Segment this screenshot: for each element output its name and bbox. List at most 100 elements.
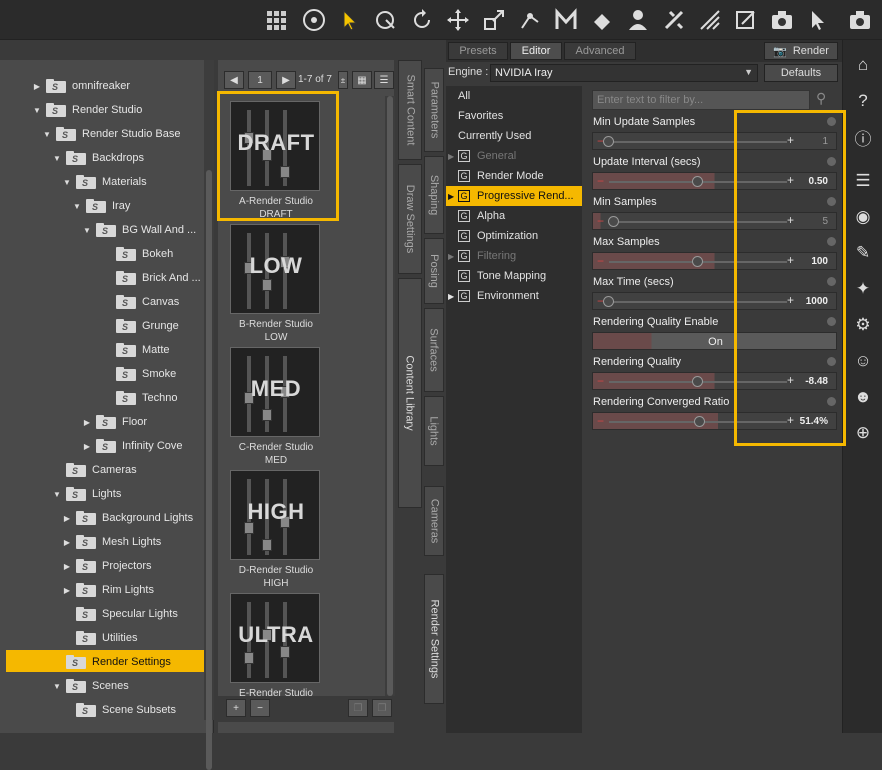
properties-icon[interactable]: ⚙	[849, 312, 877, 338]
decrement-button[interactable]: −	[597, 374, 604, 388]
tree-item-scene-subsets[interactable]: S Scene Subsets	[62, 700, 176, 720]
category-all[interactable]: All	[446, 86, 582, 106]
tree-scrollbar-thumb[interactable]	[206, 170, 212, 770]
content-scrollbar[interactable]	[385, 96, 395, 696]
tree-item-utilities[interactable]: S Utilities	[62, 628, 137, 648]
page-number-field[interactable]: 1	[248, 71, 272, 89]
vtab-posing[interactable]: Posing	[424, 238, 444, 304]
expanded-arrow-icon[interactable]: ▼	[72, 202, 82, 211]
vtab-surfaces[interactable]: Surfaces	[424, 308, 444, 392]
tree-item-iray[interactable]: ▼ S Iray	[72, 196, 130, 216]
content-scrollbar-thumb[interactable]	[387, 96, 393, 696]
render-button[interactable]: 📷 Render	[764, 42, 838, 60]
tree-item-lights[interactable]: ▼ S Lights	[52, 484, 121, 504]
collapsed-arrow-icon[interactable]: ▶	[82, 418, 92, 427]
tree-item-backdrops[interactable]: ▼ S Backdrops	[52, 148, 144, 168]
tree-item-canvas[interactable]: S Canvas	[102, 292, 179, 312]
expanded-arrow-icon[interactable]: ▼	[52, 490, 62, 499]
tree-item-cameras[interactable]: S Cameras	[52, 460, 137, 480]
home-icon[interactable]: ⌂	[849, 52, 877, 78]
decrement-button[interactable]: −	[597, 414, 604, 428]
universal-move-icon[interactable]	[300, 6, 328, 34]
collapsed-arrow-icon[interactable]: ▶	[62, 586, 72, 595]
category-tone-mapping[interactable]: G Tone Mapping	[446, 266, 582, 286]
geometry-editor-icon[interactable]	[552, 6, 580, 34]
search-icon[interactable]: ⚲	[816, 90, 826, 107]
tree-item-omnifreaker[interactable]: ▶ Somnifreaker	[32, 76, 130, 96]
slider-knob[interactable]	[692, 256, 703, 267]
collapsed-arrow-icon[interactable]: ▶	[32, 82, 42, 91]
expand-arrow-icon[interactable]: ▶	[448, 152, 458, 161]
tree-item-scenes[interactable]: ▼ S Scenes	[52, 676, 129, 696]
vtab-smart-content[interactable]: Smart Content	[398, 60, 422, 160]
pose-tool-icon[interactable]: ✎	[849, 240, 877, 266]
tree-item-floor[interactable]: ▶ S Floor	[82, 412, 147, 432]
tree-item-specular-lights[interactable]: S Specular Lights	[62, 604, 178, 624]
lights-icon[interactable]: ✦	[849, 276, 877, 302]
tree-item-rim-lights[interactable]: ▶ S Rim Lights	[62, 580, 154, 600]
scene-list-icon[interactable]: ☰	[849, 168, 877, 194]
add-button[interactable]: +	[226, 699, 246, 717]
tree-item-bg-wall-and[interactable]: ▼ S BG Wall And ...	[82, 220, 196, 240]
camera-icon[interactable]	[768, 6, 796, 34]
render-icon[interactable]	[732, 6, 760, 34]
expand-arrow-icon[interactable]: ▶	[448, 192, 458, 201]
expand-arrow-icon[interactable]: ▶	[448, 252, 458, 261]
node-selection-icon[interactable]	[336, 6, 364, 34]
grid-icon[interactable]	[262, 6, 290, 34]
tree-item-projectors[interactable]: ▶ S Projectors	[62, 556, 152, 576]
expanded-arrow-icon[interactable]: ▼	[62, 178, 72, 187]
defaults-button[interactable]: Defaults	[764, 64, 838, 82]
hair-icon[interactable]: ☻	[849, 384, 877, 410]
translate-icon[interactable]	[444, 6, 472, 34]
category-general[interactable]: ▶ G General	[446, 146, 582, 166]
list-view-button[interactable]: ☰	[374, 71, 394, 89]
timeline-icon[interactable]: ◉	[849, 204, 877, 230]
expanded-arrow-icon[interactable]: ▼	[32, 106, 42, 115]
category-optimization[interactable]: G Optimization	[446, 226, 582, 246]
vtab-parameters[interactable]: Parameters	[424, 68, 444, 152]
category-environment[interactable]: ▶ G Environment	[446, 286, 582, 306]
tree-item-matte[interactable]: S Matte	[102, 340, 170, 360]
tree-item-materials[interactable]: ▼ S Materials	[62, 172, 147, 192]
globe-icon[interactable]: ⊕	[849, 420, 877, 446]
slider-knob[interactable]	[694, 416, 706, 427]
vtab-shaping[interactable]: Shaping	[424, 156, 444, 234]
tree-item-render-settings[interactable]: S Render Settings	[52, 652, 171, 672]
category-filtering[interactable]: ▶ G Filtering	[446, 246, 582, 266]
tree-item-background-lights[interactable]: ▶ S Background Lights	[62, 508, 193, 528]
expanded-arrow-icon[interactable]: ▼	[52, 154, 62, 163]
paste-button[interactable]: ❐	[372, 699, 392, 717]
decrement-button[interactable]: −	[597, 254, 604, 268]
tree-scrollbar[interactable]	[204, 60, 214, 770]
collapsed-arrow-icon[interactable]: ▶	[62, 538, 72, 547]
vtab-lights[interactable]: Lights	[424, 396, 444, 466]
rotate-icon[interactable]	[408, 6, 436, 34]
tree-item-smoke[interactable]: S Smoke	[102, 364, 176, 384]
expanded-arrow-icon[interactable]: ▼	[42, 130, 52, 139]
joint-editor-icon[interactable]	[516, 6, 544, 34]
preset-card-med[interactable]: MED C-Render Studio MED	[230, 347, 322, 467]
expand-arrow-icon[interactable]: ▶	[448, 292, 458, 301]
tree-item-brick-and[interactable]: S Brick And ...	[102, 268, 201, 288]
decrement-button[interactable]: −	[597, 174, 604, 188]
tab-presets[interactable]: Presets	[448, 42, 508, 60]
rotate-camera-icon[interactable]	[372, 6, 400, 34]
tree-item-infinity-cove[interactable]: ▶ S Infinity Cove	[82, 436, 183, 456]
prev-page-button[interactable]: ◀	[224, 71, 244, 89]
slider-knob[interactable]	[692, 376, 703, 387]
tree-item-grunge[interactable]: S Grunge	[102, 316, 179, 336]
help-icon[interactable]: ⓘ	[849, 124, 877, 150]
tab-advanced[interactable]: Advanced	[564, 42, 636, 60]
copy-button[interactable]: ❐	[348, 699, 368, 717]
screenshot-camera-icon[interactable]	[846, 6, 874, 34]
filter-input[interactable]: Enter text to filter by...	[592, 90, 810, 110]
slider-knob[interactable]	[608, 216, 620, 227]
slider-knob[interactable]	[692, 176, 703, 187]
tree-item-bokeh[interactable]: S Bokeh	[102, 244, 173, 264]
preset-card-ultra[interactable]: ULTRA E-Render Studio	[230, 593, 322, 700]
viewport-select-icon[interactable]	[804, 6, 832, 34]
category-currently-used[interactable]: Currently Used	[446, 126, 582, 146]
vtab-render-settings[interactable]: Render Settings	[424, 574, 444, 704]
tree-item-mesh-lights[interactable]: ▶ S Mesh Lights	[62, 532, 161, 552]
